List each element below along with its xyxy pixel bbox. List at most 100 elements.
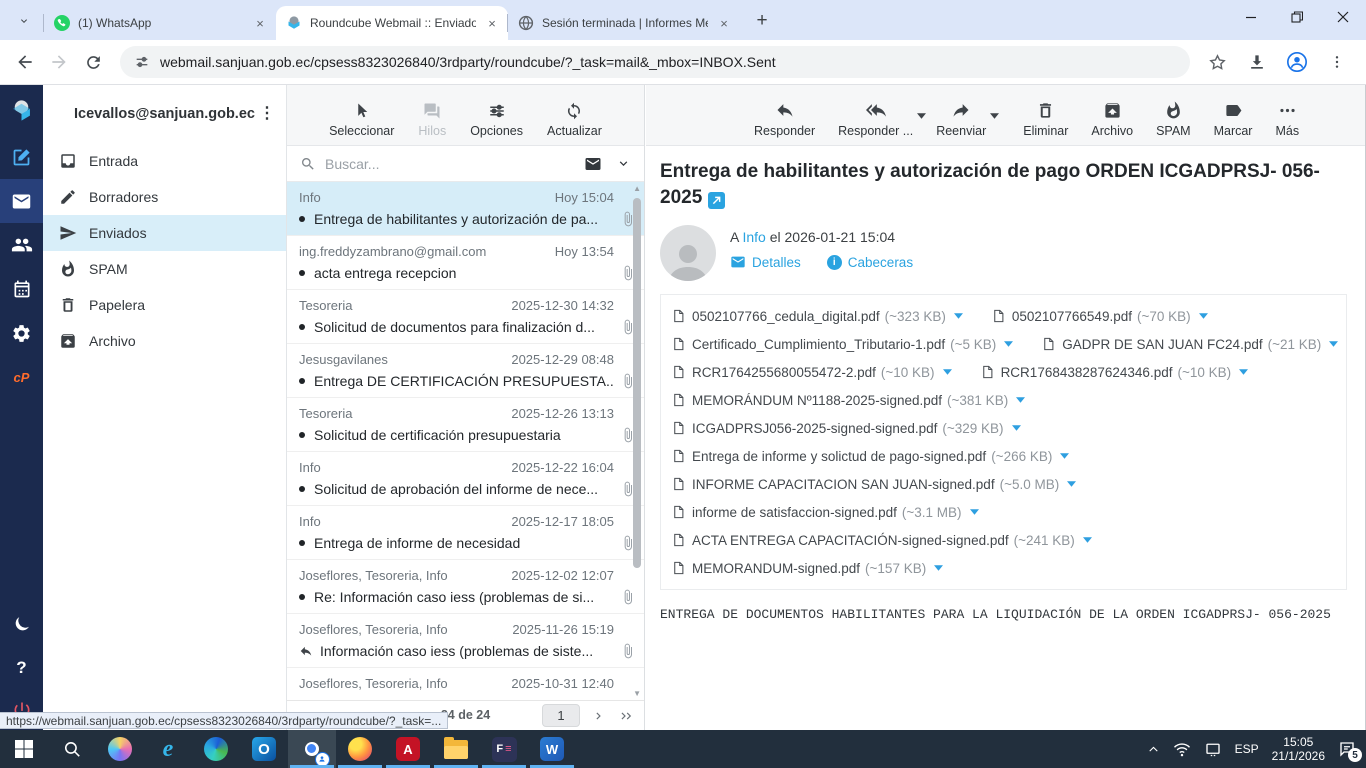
back-button[interactable]: [8, 45, 42, 79]
open-in-new-window-icon[interactable]: [708, 192, 726, 209]
attachment-item[interactable]: INFORME CAPACITACION SAN JUAN-signed.pdf…: [671, 476, 1077, 492]
search-input[interactable]: Buscar...: [325, 156, 584, 172]
rail-mail-button[interactable]: [0, 179, 43, 223]
reply-button[interactable]: Responder: [754, 100, 815, 138]
taskbar-fes-app-button[interactable]: F ≡: [480, 730, 528, 768]
url-bar[interactable]: webmail.sanjuan.gob.ec/cpsess8323026840/…: [120, 46, 1190, 78]
taskbar-firefox-button[interactable]: [336, 730, 384, 768]
page-number-input[interactable]: 1: [542, 704, 580, 727]
attachment-menu-caret-icon[interactable]: [1329, 341, 1339, 347]
message-row[interactable]: ing.freddyzambrano@gmail.com Hoy 13:54 ac…: [287, 236, 644, 290]
sidebar-item-entrada[interactable]: Entrada: [43, 143, 286, 179]
headers-toggle[interactable]: i Cabeceras: [826, 254, 913, 270]
attachment-item[interactable]: ICGADPRSJ056-2025-signed-signed.pdf (~329…: [671, 420, 1021, 436]
attachment-menu-caret-icon[interactable]: [1082, 537, 1092, 543]
tab-search-button[interactable]: [10, 7, 38, 35]
attachment-item[interactable]: MEMORANDUM-signed.pdf (~157 KB): [671, 560, 944, 576]
forward-caret-icon[interactable]: [990, 113, 1000, 119]
tab-close-icon[interactable]: ×: [484, 15, 500, 31]
taskbar-explorer-button[interactable]: [432, 730, 480, 768]
list-scrollbar[interactable]: ▲ ▼: [631, 184, 643, 698]
scrollbar-thumb[interactable]: [633, 198, 641, 568]
recipient-link[interactable]: Info: [742, 229, 765, 245]
sidebar-item-borradores[interactable]: Borradores: [43, 179, 286, 215]
attachment-menu-caret-icon[interactable]: [1239, 369, 1249, 375]
tray-expand-icon[interactable]: [1147, 743, 1160, 756]
taskbar-outlook-button[interactable]: O: [240, 730, 288, 768]
tab-roundcube-active[interactable]: Roundcube Webmail :: Enviados ×: [276, 6, 508, 40]
tab-session-ended[interactable]: Sesión terminada | Informes Me ×: [507, 6, 740, 40]
message-row[interactable]: Info 2025-12-22 16:04 Solicitud de aproba…: [287, 452, 644, 506]
taskbar-edge-button[interactable]: [192, 730, 240, 768]
taskbar-chrome-button[interactable]: [288, 730, 336, 768]
dark-mode-button[interactable]: [0, 602, 43, 646]
language-indicator[interactable]: ESP: [1235, 742, 1259, 756]
account-menu-icon[interactable]: ⋮: [259, 103, 276, 123]
last-page-icon[interactable]: [618, 709, 636, 723]
scroll-down-arrow[interactable]: ▼: [633, 689, 641, 698]
options-button[interactable]: Opciones: [470, 102, 523, 138]
attachment-item[interactable]: RCR1768438287624346.pdf (~10 KB): [980, 364, 1249, 380]
attachment-menu-caret-icon[interactable]: [1004, 341, 1014, 347]
forward-button[interactable]: [42, 45, 76, 79]
attachment-menu-caret-icon[interactable]: [1016, 397, 1026, 403]
sidebar-item-archivo[interactable]: Archivo: [43, 323, 286, 359]
mark-button[interactable]: Marcar: [1214, 101, 1252, 138]
compose-button[interactable]: [0, 135, 43, 179]
forward-mail-button[interactable]: Reenviar: [936, 100, 1000, 138]
list-options-chevron-icon[interactable]: [616, 156, 631, 171]
attachment-item[interactable]: MEMORÁNDUM Nº1188-2025-signed.pdf (~381 K…: [671, 392, 1026, 408]
minimize-button[interactable]: [1228, 0, 1274, 34]
attachment-item[interactable]: 0502107766549.pdf (~70 KB): [991, 308, 1208, 324]
more-button[interactable]: Más: [1275, 101, 1299, 138]
help-button[interactable]: ?: [0, 646, 43, 690]
taskbar-word-button[interactable]: W: [528, 730, 576, 768]
sidebar-item-papelera[interactable]: Papelera: [43, 287, 286, 323]
rail-settings-button[interactable]: [0, 311, 43, 355]
tab-whatsapp[interactable]: (1) WhatsApp ×: [43, 6, 276, 40]
attachment-item[interactable]: GADPR DE SAN JUAN FC24.pdf (~21 KB): [1041, 336, 1339, 352]
reply-all-caret-icon[interactable]: [917, 113, 927, 119]
attachment-item[interactable]: Entrega de informe y solictud de pago-si…: [671, 448, 1070, 464]
refresh-button[interactable]: Actualizar: [547, 102, 602, 138]
taskbar-ie-button[interactable]: e: [144, 730, 192, 768]
rail-calendar-button[interactable]: [0, 267, 43, 311]
cast-display-icon[interactable]: [1204, 742, 1222, 757]
browser-menu-icon[interactable]: [1320, 45, 1354, 79]
sidebar-item-enviados[interactable]: Enviados: [43, 215, 286, 251]
reply-all-button[interactable]: Responder ...: [838, 100, 927, 138]
attachment-item[interactable]: 0502107766_cedula_digital.pdf (~323 KB): [671, 308, 963, 324]
select-button[interactable]: Seleccionar: [329, 102, 394, 138]
rail-contacts-button[interactable]: [0, 223, 43, 267]
message-row[interactable]: Info Hoy 15:04 Entrega de habilitantes y …: [287, 182, 644, 236]
message-row[interactable]: Info 2025-12-17 18:05 Entrega de informe …: [287, 506, 644, 560]
message-row[interactable]: Joseflores, Tesoreria, Info 2025-12-02 12…: [287, 560, 644, 614]
attachment-menu-caret-icon[interactable]: [1060, 453, 1070, 459]
message-row[interactable]: Tesoreria 2025-12-30 14:32 Solicitud de d…: [287, 290, 644, 344]
scroll-up-arrow[interactable]: ▲: [633, 184, 641, 193]
reload-button[interactable]: [76, 45, 110, 79]
spam-button[interactable]: SPAM: [1156, 101, 1191, 138]
threads-button[interactable]: Hilos: [418, 102, 446, 138]
mark-read-envelope-icon[interactable]: [584, 155, 602, 173]
attachment-item[interactable]: RCR1764255680055472-2.pdf (~10 KB): [671, 364, 952, 380]
taskbar-search-button[interactable]: [48, 730, 96, 768]
downloads-icon[interactable]: [1240, 45, 1274, 79]
attachment-menu-caret-icon[interactable]: [934, 565, 944, 571]
attachment-menu-caret-icon[interactable]: [1011, 425, 1021, 431]
start-button[interactable]: [0, 730, 48, 768]
attachment-menu-caret-icon[interactable]: [1198, 313, 1208, 319]
sidebar-item-spam[interactable]: SPAM: [43, 251, 286, 287]
close-window-button[interactable]: [1320, 0, 1366, 34]
attachment-menu-caret-icon[interactable]: [942, 369, 952, 375]
delete-button[interactable]: Eliminar: [1023, 101, 1068, 138]
restore-button[interactable]: [1274, 0, 1320, 34]
next-page-icon[interactable]: [592, 709, 606, 723]
profile-icon[interactable]: [1280, 45, 1314, 79]
tab-close-icon[interactable]: ×: [252, 15, 268, 31]
attachment-menu-caret-icon[interactable]: [953, 313, 963, 319]
rail-cpanel-button[interactable]: cP: [0, 355, 43, 399]
notifications-button[interactable]: 5: [1338, 740, 1362, 762]
message-row[interactable]: Joseflores, Tesoreria, Info 2025-11-26 15…: [287, 614, 644, 668]
taskbar-copilot-button[interactable]: [96, 730, 144, 768]
